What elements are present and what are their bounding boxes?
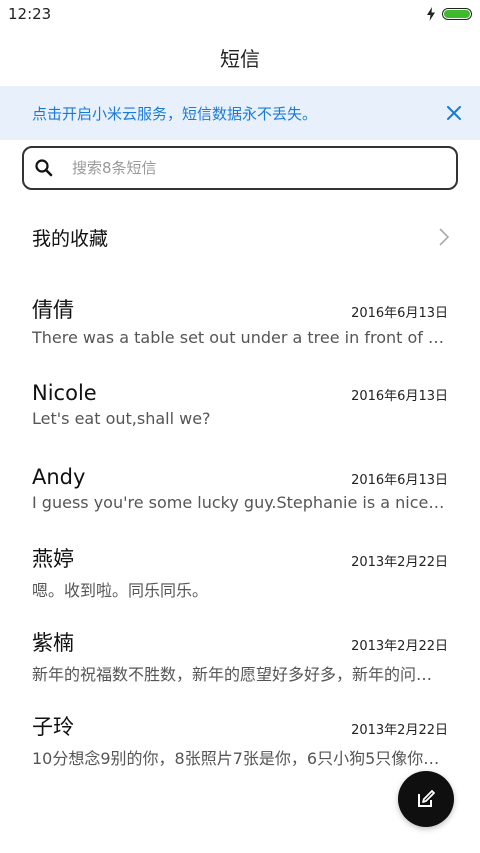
favorites-label: 我的收藏 — [32, 227, 109, 250]
message-preview: I guess you're some lucky guy.Stephanie … — [32, 492, 448, 512]
status-time: 12:23 — [8, 5, 52, 23]
search-box[interactable] — [22, 146, 458, 190]
status-bar: 12:23 — [0, 0, 480, 28]
message-date: 2016年6月13日 — [351, 472, 448, 488]
compose-icon — [418, 790, 435, 807]
compose-button[interactable] — [398, 771, 454, 827]
message-preview: 嗯。收到啦。同乐同乐。 — [32, 581, 209, 600]
messaging-screen: 12:23 短信 点击开启小米云服务，短信数据永不丢失。 我 — [0, 0, 480, 853]
message-date: 2013年2月22日 — [351, 723, 448, 738]
close-icon[interactable] — [442, 101, 466, 125]
message-item[interactable]: Andy 2016年6月13日 I guess you're some luck… — [0, 446, 480, 530]
message-item[interactable]: 倩倩 2016年6月13日 There was a table set out … — [0, 278, 480, 362]
contact-name: 紫楠 — [32, 631, 74, 655]
message-preview: 10分想念9别的你，8张照片7张是你，6只小狗5只像你，4季 — [32, 749, 448, 768]
contact-name: 子玲 — [32, 715, 74, 739]
battery-level — [444, 10, 470, 18]
contact-name: Andy — [32, 464, 86, 489]
message-preview: 新年的祝福数不胜数，新年的愿望好多好多，新年的问候一声接一声 — [32, 665, 448, 684]
message-date: 2016年6月13日 — [351, 388, 448, 404]
search-icon — [35, 159, 53, 177]
message-item[interactable]: 燕婷 2013年2月22日 嗯。收到啦。同乐同乐。 — [0, 530, 480, 614]
message-date: 2016年6月13日 — [351, 305, 448, 321]
status-icons — [426, 7, 472, 21]
bolt-icon — [427, 7, 435, 21]
message-preview: Let's eat out,shall we? — [32, 408, 211, 428]
search-input[interactable] — [70, 158, 442, 178]
chevron-right-icon — [439, 228, 450, 246]
page-title: 短信 — [220, 46, 260, 71]
message-item[interactable]: 子玲 2013年2月22日 10分想念9别的你，8张照片7张是你，6只小狗5只像… — [0, 698, 480, 782]
message-item[interactable]: Nicole 2016年6月13日 Let's eat out,shall we… — [0, 362, 480, 446]
message-list: 倩倩 2016年6月13日 There was a table set out … — [0, 278, 480, 782]
message-date: 2013年2月22日 — [351, 639, 448, 654]
battery-icon — [442, 8, 472, 20]
message-item[interactable]: 紫楠 2013年2月22日 新年的祝福数不胜数，新年的愿望好多好多，新年的问候一… — [0, 614, 480, 698]
contact-name: 倩倩 — [32, 297, 74, 322]
favorites-row[interactable]: 我的收藏 — [0, 196, 480, 278]
contact-name: 燕婷 — [32, 547, 74, 571]
message-preview: There was a table set out under a tree i… — [32, 327, 448, 347]
banner-text[interactable]: 点击开启小米云服务，短信数据永不丢失。 — [32, 103, 317, 124]
contact-name: Nicole — [32, 380, 97, 405]
cloud-service-banner[interactable]: 点击开启小米云服务，短信数据永不丢失。 — [0, 86, 480, 140]
search-bar — [0, 140, 480, 190]
message-date: 2013年2月22日 — [351, 555, 448, 570]
